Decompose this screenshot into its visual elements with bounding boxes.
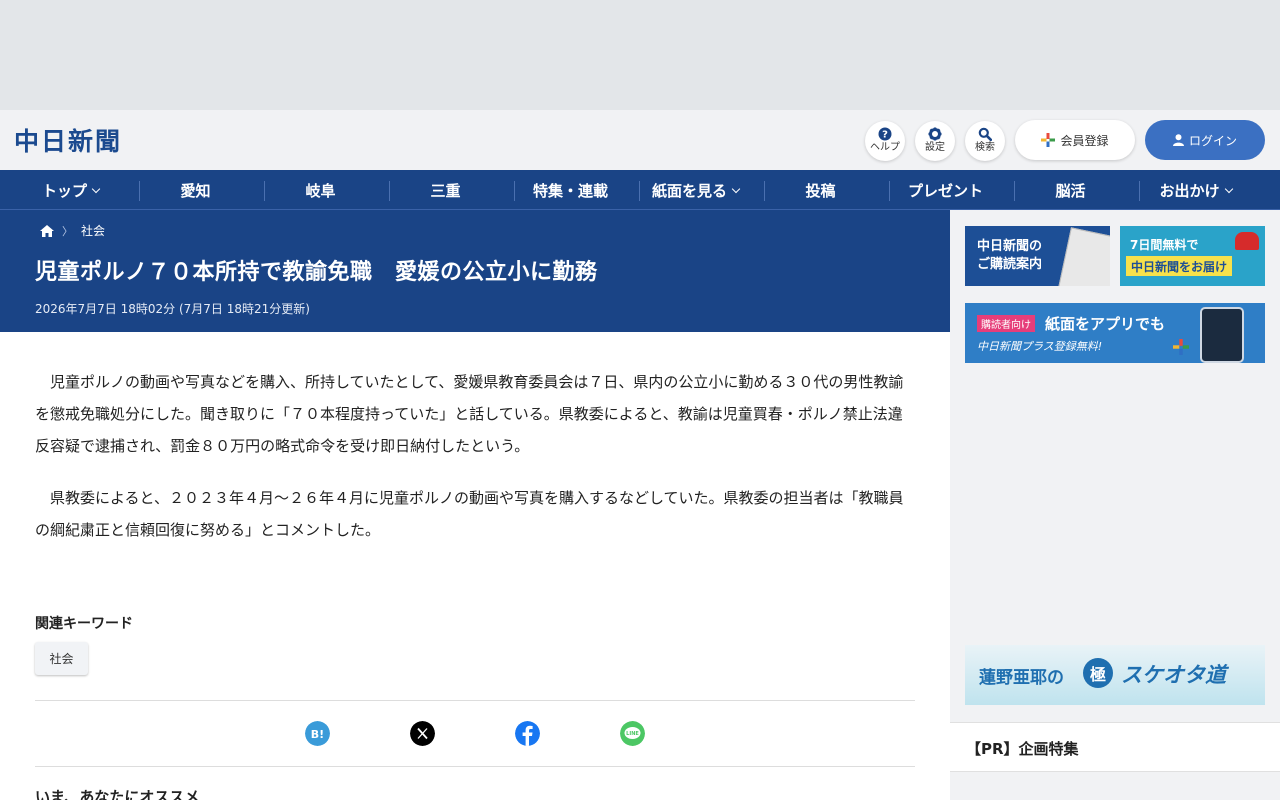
app-banner[interactable]: 購読者向け 紙面をアプリでも 中日新聞プラス登録無料! <box>965 303 1265 363</box>
breadcrumb: 〉 社会 <box>40 222 105 239</box>
article-body: 児童ポルノの動画や写真などを購入、所持していたとして、愛媛県教育委員会は７日、県… <box>35 366 915 566</box>
banner-badge: 購読者向け <box>977 315 1035 332</box>
banner-text: 蓮野亜耶の <box>979 668 1064 688</box>
article-header: 〉 社会 児童ポルノ７０本所持で教諭免職 愛媛の公立小に勤務 2026年7月7日… <box>0 210 950 332</box>
article-paragraph: 県教委によると、２０２３年４月～２６年４月に児童ポルノの動画や写真を購入するなど… <box>35 489 904 539</box>
chevron-down-icon <box>1224 184 1233 193</box>
nav-label: トップ <box>41 181 87 200</box>
keywords-label: 関連キーワード <box>35 616 133 632</box>
nav-label: お出かけ <box>1159 181 1220 200</box>
nav-item-paper[interactable]: 紙面を見る <box>633 170 758 210</box>
hatena-bookmark-icon[interactable]: B! <box>305 721 330 746</box>
line-text: LINE <box>626 731 639 737</box>
plus-logo-icon <box>1173 339 1189 355</box>
nav-label: 脳活 <box>1055 181 1086 200</box>
line-icon[interactable]: LINE <box>620 721 645 746</box>
banner-text: 極 <box>1083 658 1113 688</box>
search-button[interactable]: 検索 <box>965 121 1005 161</box>
login-label: ログイン <box>1188 133 1237 148</box>
article-title: 児童ポルノ７０本所持で教諭免職 愛媛の公立小に勤務 <box>35 260 598 285</box>
settings-label: 設定 <box>925 142 945 153</box>
banner-sub: 中日新聞プラス登録無料! <box>977 340 1103 353</box>
article-date: 2026年7月7日 18時02分 (7月7日 18時21分更新) <box>35 302 310 316</box>
register-label: 会員登録 <box>1060 133 1109 148</box>
subscription-banner[interactable]: 中日新聞の ご購読案内 <box>965 226 1110 286</box>
free-trial-banner[interactable]: 7日間無料で 中日新聞をお届け <box>1120 226 1265 286</box>
facebook-icon[interactable] <box>515 721 540 746</box>
svg-text:?: ? <box>882 130 888 141</box>
gear-icon <box>928 127 942 141</box>
nav-label: 特集・連載 <box>532 181 608 200</box>
nav-label: 紙面を見る <box>651 181 727 200</box>
chevron-down-icon <box>731 184 741 193</box>
nav-label: 愛知 <box>180 181 211 200</box>
banner-text: スケオタ道 <box>1121 663 1226 687</box>
nav-item-aichi[interactable]: 愛知 <box>133 170 258 210</box>
search-icon <box>978 127 992 141</box>
nav-item-top[interactable]: トップ <box>8 170 133 210</box>
sidebar: 中日新聞の ご購読案内 7日間無料で 中日新聞をお届け 購読者向け 紙面をアプリ… <box>950 210 1280 800</box>
login-button[interactable]: ログイン <box>1145 120 1265 160</box>
home-icon[interactable] <box>40 224 54 237</box>
site-logo[interactable]: 中日新聞 <box>14 122 122 158</box>
nav-item-brain[interactable]: 脳活 <box>1008 170 1133 210</box>
article-paragraph: 児童ポルノの動画や写真などを購入、所持していたとして、愛媛県教育委員会は７日、県… <box>35 373 904 455</box>
nav-item-gifu[interactable]: 岐阜 <box>258 170 383 210</box>
breadcrumb-category[interactable]: 社会 <box>81 222 105 239</box>
nav-item-mie[interactable]: 三重 <box>383 170 508 210</box>
nav-item-features[interactable]: 特集・連載 <box>508 170 633 210</box>
skate-column-banner[interactable]: 蓮野亜耶の 極 スケオタ道 <box>965 645 1265 705</box>
main-nav: トップ 愛知 岐阜 三重 特集・連載 紙面を見る 投稿 プレゼント 脳活 お出か… <box>0 170 1280 210</box>
recommend-title: いま、あなたにオススメ <box>35 788 200 800</box>
x-icon[interactable] <box>410 721 435 746</box>
nav-label: プレゼント <box>907 181 983 200</box>
register-button[interactable]: 会員登録 <box>1015 120 1135 160</box>
banner-line: 7日間無料で <box>1130 238 1199 252</box>
banner-line: 中日新聞をお届け <box>1126 256 1232 276</box>
nav-label: 三重 <box>430 181 461 200</box>
chevron-down-icon <box>91 184 101 193</box>
nav-item-present[interactable]: プレゼント <box>883 170 1008 210</box>
nav-label: 投稿 <box>805 181 836 200</box>
top-ad-area <box>0 0 1280 110</box>
hatena-text: B! <box>311 728 324 741</box>
settings-button[interactable]: 設定 <box>915 121 955 161</box>
user-icon <box>1172 134 1184 146</box>
newspaper-image <box>1058 227 1110 286</box>
help-button[interactable]: ? ヘルプ <box>865 121 905 161</box>
share-bar: B! LINE <box>35 700 915 767</box>
nav-item-post[interactable]: 投稿 <box>758 170 883 210</box>
breadcrumb-separator: 〉 <box>62 224 73 238</box>
help-label: ヘルプ <box>870 142 900 153</box>
banner-title: 紙面をアプリでも <box>1045 315 1166 333</box>
keyword-tag[interactable]: 社会 <box>35 642 88 675</box>
nav-label: 岐阜 <box>305 181 336 200</box>
banner-line: ご購読案内 <box>977 257 1043 272</box>
site-header: 中日新聞 ? ヘルプ 設定 検索 会員登録 ログイン <box>0 110 1280 170</box>
search-label: 検索 <box>975 142 995 153</box>
pr-section-title: 【PR】企画特集 <box>950 722 1280 772</box>
nav-item-outing[interactable]: お出かけ <box>1133 170 1258 210</box>
plus-logo-icon <box>1041 133 1056 147</box>
banner-line: 中日新聞の <box>977 239 1043 254</box>
mailbox-icon <box>1235 232 1259 250</box>
help-icon: ? <box>878 127 892 141</box>
phone-image <box>1200 307 1244 363</box>
